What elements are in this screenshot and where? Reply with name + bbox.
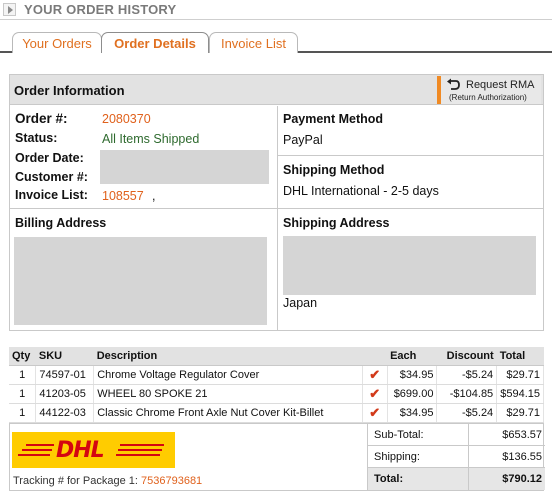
shipping-row: Shipping: $136.55 <box>368 446 545 468</box>
col-sku: SKU <box>35 347 94 366</box>
customer-number-label: Customer #: <box>15 170 88 184</box>
status-value: All Items Shipped <box>102 132 200 146</box>
tab-your-orders[interactable]: Your Orders <box>12 32 102 53</box>
page-header: YOUR ORDER HISTORY <box>0 0 552 20</box>
order-totals: Sub-Total: $653.57 Shipping: $136.55 Tot… <box>367 424 545 490</box>
item-total: $594.15 <box>496 384 544 404</box>
item-discount: -$5.24 <box>436 365 498 385</box>
tracking-label: Tracking # for Package 1: <box>13 475 138 487</box>
col-description: Description <box>93 347 363 366</box>
tab-bar: Your Orders Order Details Invoice List <box>0 32 552 53</box>
request-rma-sublabel: (Return Authorization) <box>449 93 527 102</box>
order-information-header: Order Information Request RMA (Return Au… <box>10 75 543 105</box>
tab-invoice-list[interactable]: Invoice List <box>209 32 298 53</box>
invoice-separator: , <box>152 189 156 203</box>
shipping-country: Japan <box>283 296 318 310</box>
shipping-method-value: DHL International - 2-5 days <box>283 184 439 198</box>
total-row: Total: $790.12 <box>368 468 545 490</box>
tracking-number-link[interactable]: 7536793681 <box>141 475 202 487</box>
redacted-shipping-address <box>283 236 536 295</box>
invoice-list-label: Invoice List: <box>15 188 88 202</box>
table-row: 1 41203-05 WHEEL 80 SPOKE 21 ✔ $699.00 -… <box>9 384 544 404</box>
redacted-billing-address <box>14 237 267 325</box>
item-each: $699.00 <box>387 384 438 404</box>
order-information-panel: Order Information Request RMA (Return Au… <box>9 74 544 331</box>
item-each: $34.95 <box>387 365 438 385</box>
subtotal-value: $653.57 <box>502 429 542 441</box>
col-total: Total <box>496 347 544 366</box>
item-qty: 1 <box>9 384 37 404</box>
item-sku: 41203-05 <box>35 384 95 404</box>
order-number-label: Order #: <box>15 111 68 126</box>
shipping-label: Shipping: <box>374 451 420 463</box>
tracking-line: Tracking # for Package 1: 7536793681 <box>13 475 202 487</box>
item-description: Classic Chrome Front Axle Nut Cover Kit-… <box>93 403 363 423</box>
collapse-arrow-icon[interactable] <box>3 3 16 16</box>
item-qty: 1 <box>9 403 37 423</box>
total-label: Total: <box>374 473 404 485</box>
redacted-date-customer <box>100 150 269 184</box>
shipped-check-icon: ✔ <box>362 403 388 423</box>
billing-address-label: Billing Address <box>15 216 107 230</box>
tab-order-details[interactable]: Order Details <box>101 32 209 53</box>
dhl-logo-text: DHL <box>56 438 105 463</box>
shipping-value: $136.55 <box>502 451 542 463</box>
row-divider <box>278 155 543 156</box>
shipped-check-icon: ✔ <box>362 384 388 404</box>
item-sku: 74597-01 <box>35 365 95 385</box>
item-total: $29.71 <box>496 403 544 423</box>
shipped-check-icon: ✔ <box>362 365 388 385</box>
order-information-title: Order Information <box>14 83 125 98</box>
dhl-logo: DHL <box>12 432 175 468</box>
row-divider <box>10 208 543 209</box>
payment-method-label: Payment Method <box>283 112 384 126</box>
page-title: YOUR ORDER HISTORY <box>24 2 177 17</box>
col-each: Each <box>387 347 437 366</box>
request-rma-label: Request RMA <box>466 79 535 91</box>
col-shipped <box>362 347 388 366</box>
shipping-method-label: Shipping Method <box>283 163 385 177</box>
item-total: $29.71 <box>496 365 544 385</box>
status-label: Status: <box>15 131 58 145</box>
order-date-label: Order Date: <box>15 151 84 165</box>
table-row: 1 44122-03 Classic Chrome Front Axle Nut… <box>9 403 544 423</box>
item-sku: 44122-03 <box>35 403 95 423</box>
col-discount: Discount <box>436 347 497 366</box>
table-header-row: Qty SKU Description Each Discount Total <box>9 347 544 366</box>
order-footer: DHL Tracking # for Package 1: 7536793681… <box>9 423 545 491</box>
subtotal-row: Sub-Total: $653.57 <box>368 424 545 446</box>
item-discount: -$5.24 <box>436 403 498 423</box>
subtotal-label: Sub-Total: <box>374 429 424 441</box>
item-description: WHEEL 80 SPOKE 21 <box>93 384 363 404</box>
item-description: Chrome Voltage Regulator Cover <box>93 365 363 385</box>
total-value: $790.12 <box>502 473 542 485</box>
shipping-address-label: Shipping Address <box>283 216 390 230</box>
col-qty: Qty <box>9 347 36 366</box>
order-number-value: 2080370 <box>102 112 151 126</box>
invoice-number-link[interactable]: 108557 <box>102 189 144 203</box>
return-arrow-icon <box>447 78 460 90</box>
payment-method-value: PayPal <box>283 133 323 147</box>
item-qty: 1 <box>9 365 37 385</box>
item-discount: -$104.85 <box>436 384 498 404</box>
item-each: $34.95 <box>387 403 438 423</box>
request-rma-button[interactable]: Request RMA (Return Authorization) <box>437 76 541 104</box>
table-row: 1 74597-01 Chrome Voltage Regulator Cove… <box>9 365 544 385</box>
column-divider <box>277 106 278 331</box>
order-items-table: Qty SKU Description Each Discount Total … <box>9 347 544 423</box>
